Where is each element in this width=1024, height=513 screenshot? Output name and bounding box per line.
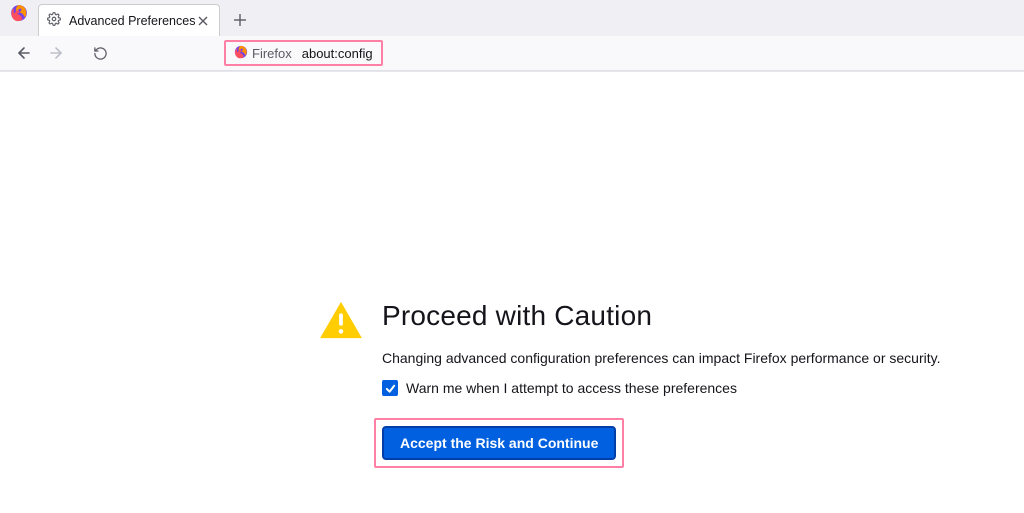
- back-button[interactable]: [10, 39, 38, 67]
- url-bar[interactable]: Firefox about:config: [224, 40, 383, 66]
- firefox-icon: [234, 45, 248, 62]
- tab-bar: Advanced Preferences: [0, 0, 1024, 36]
- warning-text-block: Proceed with Caution Changing advanced c…: [382, 300, 940, 468]
- accept-button-highlight: Accept the Risk and Continue: [374, 418, 624, 468]
- warning-checkbox-label: Warn me when I attempt to access these p…: [406, 380, 737, 396]
- tab-title: Advanced Preferences: [69, 14, 195, 28]
- toolbar: Firefox about:config: [0, 36, 1024, 70]
- reload-button[interactable]: [86, 39, 114, 67]
- browser-chrome: Advanced Preferences: [0, 0, 1024, 71]
- forward-button[interactable]: [42, 39, 70, 67]
- url-location: about:config: [302, 46, 373, 61]
- firefox-logo-icon: [10, 4, 30, 24]
- gear-icon: [47, 12, 61, 29]
- page-content: Proceed with Caution Changing advanced c…: [0, 72, 1024, 513]
- browser-tab[interactable]: Advanced Preferences: [38, 4, 220, 36]
- new-tab-button[interactable]: [226, 6, 254, 34]
- url-product-label: Firefox: [252, 46, 292, 61]
- warning-checkbox[interactable]: [382, 380, 398, 396]
- warning-description: Changing advanced configuration preferen…: [382, 350, 940, 366]
- warning-title: Proceed with Caution: [382, 300, 940, 332]
- close-icon[interactable]: [195, 13, 211, 29]
- accept-risk-button[interactable]: Accept the Risk and Continue: [382, 426, 616, 460]
- warning-icon: [318, 300, 364, 343]
- warning-checkbox-row[interactable]: Warn me when I attempt to access these p…: [382, 380, 940, 396]
- warning-panel: Proceed with Caution Changing advanced c…: [318, 300, 940, 468]
